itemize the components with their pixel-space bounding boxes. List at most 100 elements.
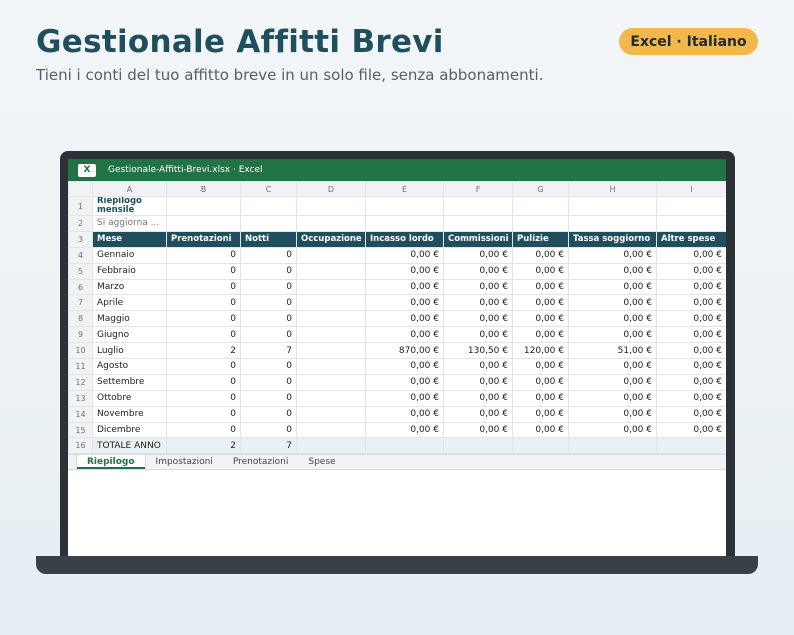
cell[interactable]: 0,00 €	[365, 262, 444, 280]
sheet-tab-riepilogo[interactable]: Riepilogo	[76, 455, 146, 470]
cell[interactable]: 0,00 €	[568, 421, 657, 439]
cell[interactable]: 0	[240, 389, 297, 407]
cell[interactable]: 0,00 €	[443, 405, 513, 423]
row-number[interactable]: 11	[68, 358, 93, 375]
cell[interactable]	[365, 196, 444, 216]
cell[interactable]: Febbraio	[92, 262, 167, 280]
cell[interactable]	[443, 196, 513, 216]
cell[interactable]	[240, 215, 297, 232]
cell[interactable]: 0,00 €	[656, 326, 726, 344]
cell[interactable]: Dicembre	[92, 421, 167, 439]
table-header-cell[interactable]: Occupazione	[296, 230, 366, 248]
cell[interactable]: 0,00 €	[568, 310, 657, 328]
cell[interactable]	[296, 246, 366, 264]
column-header[interactable]: H	[568, 181, 657, 197]
table-header-cell[interactable]: Altre spese	[656, 230, 726, 248]
cell[interactable]: 0,00 €	[443, 294, 513, 312]
cell[interactable]: 0,00 €	[568, 358, 657, 375]
cell[interactable]	[166, 196, 241, 216]
cell[interactable]: 0,00 €	[443, 246, 513, 264]
cell[interactable]: 0	[166, 405, 241, 423]
cell[interactable]: 0,00 €	[656, 262, 726, 280]
cell[interactable]: Aprile	[92, 294, 167, 312]
table-header-cell[interactable]: Notti	[240, 230, 297, 248]
cell[interactable]: Gennaio	[92, 246, 167, 264]
cell[interactable]: 0,00 €	[656, 421, 726, 439]
cell[interactable]	[512, 196, 569, 216]
table-header-cell[interactable]: Commissioni	[443, 230, 513, 248]
cell[interactable]: 0,00 €	[365, 405, 444, 423]
column-header[interactable]: F	[443, 181, 513, 197]
cell[interactable]: 7	[240, 342, 297, 360]
cell[interactable]: 0	[166, 389, 241, 407]
cell[interactable]: 0,00 €	[568, 262, 657, 280]
row-number[interactable]: 14	[68, 405, 93, 423]
cell[interactable]	[512, 437, 569, 455]
cell[interactable]: 0,00 €	[512, 278, 569, 296]
cell[interactable]: 870,00 €	[365, 342, 444, 360]
cell-note[interactable]: Si aggiorna ...	[92, 215, 167, 232]
cell[interactable]: 0	[240, 278, 297, 296]
cell[interactable]: 2	[166, 342, 241, 360]
row-number[interactable]: 5	[68, 262, 93, 280]
cell[interactable]: 120,00 €	[512, 342, 569, 360]
cell[interactable]: 0,00 €	[443, 262, 513, 280]
cell[interactable]	[296, 262, 366, 280]
sheet-tab-prenotazioni[interactable]: Prenotazioni	[223, 455, 299, 469]
cell[interactable]: 0,00 €	[656, 310, 726, 328]
cell[interactable]: 0	[166, 326, 241, 344]
cell[interactable]: 0,00 €	[512, 405, 569, 423]
row-number[interactable]: 15	[68, 421, 93, 439]
cell[interactable]	[296, 421, 366, 439]
cell[interactable]: 0,00 €	[443, 358, 513, 375]
cell[interactable]: 0,00 €	[568, 246, 657, 264]
cell[interactable]	[365, 437, 444, 455]
total-notti[interactable]: 7	[240, 437, 297, 455]
cell[interactable]: 0,00 €	[568, 389, 657, 407]
cell[interactable]	[296, 358, 366, 375]
row-number[interactable]: 16	[68, 437, 93, 455]
select-all-corner[interactable]	[68, 181, 93, 197]
cell[interactable]: 0,00 €	[365, 246, 444, 264]
sheet-tab-impostazioni[interactable]: Impostazioni	[146, 455, 223, 469]
cell[interactable]: 0,00 €	[568, 326, 657, 344]
cell[interactable]: 0	[166, 358, 241, 375]
cell[interactable]: 0,00 €	[656, 358, 726, 375]
cell[interactable]: 0,00 €	[443, 421, 513, 439]
cell[interactable]	[296, 326, 366, 344]
cell[interactable]	[296, 437, 366, 455]
cell[interactable]	[296, 278, 366, 296]
cell[interactable]: 0,00 €	[656, 373, 726, 391]
cell[interactable]: 0	[240, 310, 297, 328]
row-number[interactable]: 13	[68, 389, 93, 407]
cell[interactable]: 51,00 €	[568, 342, 657, 360]
cell[interactable]: 0,00 €	[656, 405, 726, 423]
cell[interactable]	[443, 215, 513, 232]
table-header-cell[interactable]: Pulizie	[512, 230, 569, 248]
cell[interactable]: 0	[240, 294, 297, 312]
cell[interactable]: Riepilogo mensile	[92, 196, 167, 216]
cell[interactable]: 0,00 €	[656, 246, 726, 264]
table-header-cell[interactable]: Incasso lordo	[365, 230, 444, 248]
table-header-cell[interactable]: Tassa soggiorno	[568, 230, 657, 248]
row-number[interactable]: 12	[68, 373, 93, 391]
column-header[interactable]: E	[365, 181, 444, 197]
row-number[interactable]: 6	[68, 278, 93, 296]
cell[interactable]: 0	[240, 326, 297, 344]
cell[interactable]	[296, 373, 366, 391]
cell[interactable]: 0,00 €	[512, 373, 569, 391]
cell[interactable]: 0,00 €	[568, 405, 657, 423]
cell[interactable]	[296, 294, 366, 312]
row-number[interactable]: 3	[68, 230, 93, 248]
cell[interactable]	[512, 215, 569, 232]
cell[interactable]: 0	[166, 310, 241, 328]
cell[interactable]: 0	[240, 262, 297, 280]
column-header[interactable]: C	[240, 181, 297, 197]
cell[interactable]: 0,00 €	[512, 389, 569, 407]
cell[interactable]: 0	[240, 421, 297, 439]
cell[interactable]: 0,00 €	[512, 310, 569, 328]
cell[interactable]: 0	[166, 421, 241, 439]
cell[interactable]: 0,00 €	[568, 278, 657, 296]
cell[interactable]: 0	[240, 246, 297, 264]
cell[interactable]: Agosto	[92, 358, 167, 375]
